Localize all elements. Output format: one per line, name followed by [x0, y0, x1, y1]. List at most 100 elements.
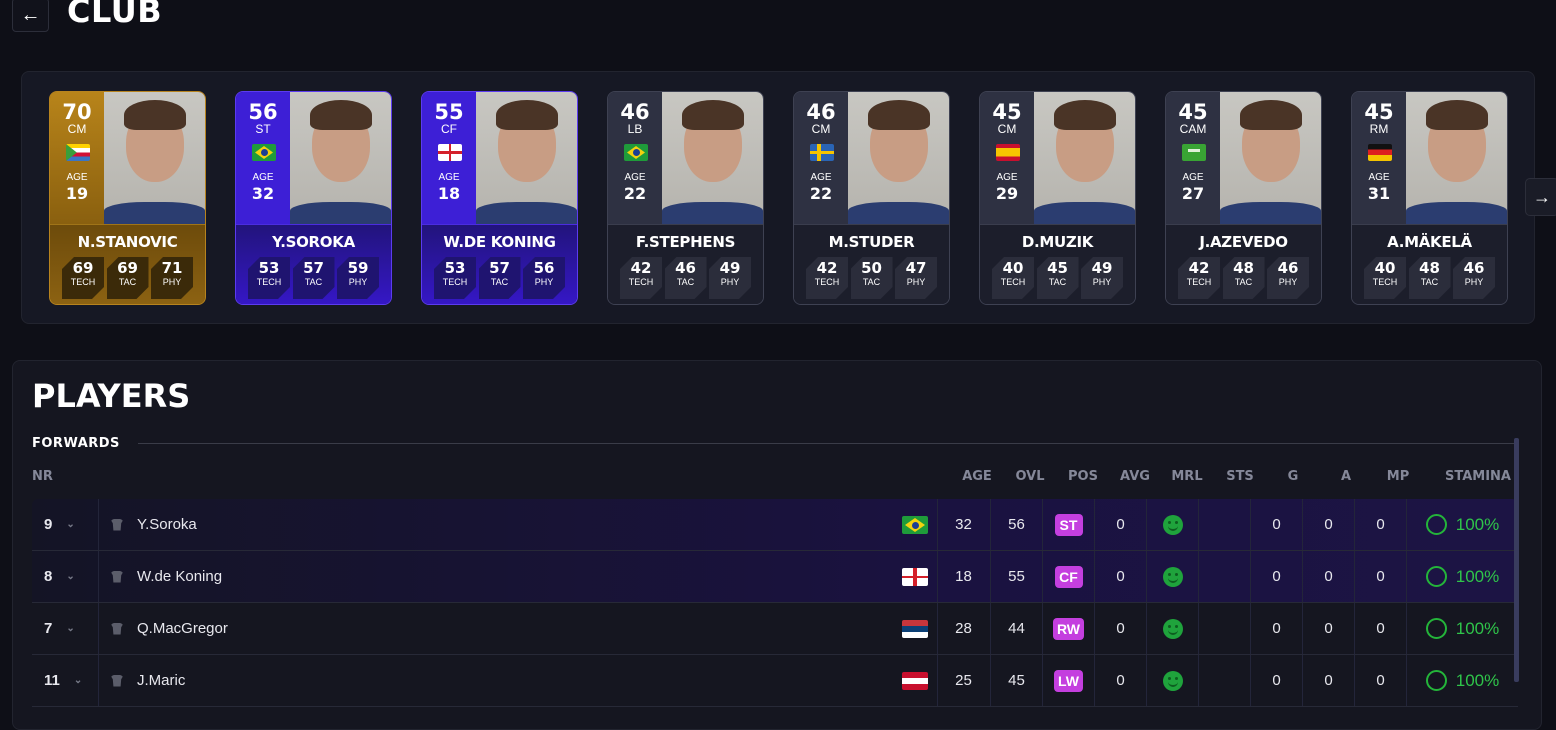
column-header-nr[interactable]: NR	[32, 469, 56, 484]
stat-label: TECH	[628, 277, 654, 287]
stat-value: 59	[347, 259, 369, 277]
position-badge: LW	[1054, 669, 1083, 692]
ovl-cell: 44	[990, 603, 1042, 654]
player-name[interactable]: Q.MacGregor	[137, 620, 228, 637]
card-age: 22	[623, 184, 647, 203]
player-number-cell[interactable]: 9 ⌄	[32, 499, 97, 550]
stat-phy: 46 PHY	[1267, 257, 1309, 299]
player-name-cell[interactable]: J.Maric	[98, 655, 936, 706]
hair-shape	[1053, 100, 1116, 130]
player-name-cell[interactable]: W.de Koning	[98, 551, 936, 602]
player-name-cell[interactable]: Q.MacGregor	[98, 603, 936, 654]
card-player-name: J.AZEVEDO	[1199, 233, 1288, 251]
card-player-name: M.STUDER	[828, 233, 915, 251]
a-cell: 0	[1302, 655, 1354, 706]
back-button[interactable]: ←	[12, 0, 49, 32]
card-stats: 42 TECH 46 TAC 49 PHY	[620, 257, 751, 299]
card-player-name: N.STANOVIC	[77, 233, 178, 251]
a-cell: 0	[1302, 499, 1354, 550]
stat-tech: 42 TECH	[806, 257, 848, 299]
avg-cell: 0	[1094, 499, 1146, 550]
player-name[interactable]: J.Maric	[137, 672, 185, 689]
stat-label: PHY	[720, 277, 740, 287]
pos-cell: RW	[1042, 603, 1094, 654]
stat-value: 50	[861, 259, 882, 277]
player-number: 11	[44, 672, 60, 689]
table-scrollbar[interactable]	[1514, 438, 1519, 682]
stat-value: 42	[630, 259, 652, 277]
card-age-label: AGE	[438, 172, 460, 183]
position-badge: ST	[1054, 513, 1083, 536]
table-row[interactable]: 9 ⌄ Y.Soroka 32 56 ST 0 0 0 0 100%	[32, 499, 1518, 551]
card-bottom: J.AZEVEDO 42 TECH 48 TAC 46 PHY	[1166, 224, 1321, 304]
chevron-down-icon[interactable]: ⌄	[74, 675, 82, 686]
morale-happy-icon	[1162, 618, 1183, 639]
card-stats: 40 TECH 45 TAC 49 PHY	[992, 257, 1123, 299]
stamina-value: 100%	[1455, 618, 1500, 638]
chevron-down-icon[interactable]: ⌄	[66, 623, 74, 634]
stat-value: 47	[905, 259, 927, 277]
hair-shape	[1239, 100, 1302, 130]
stat-label: TAC	[1234, 277, 1253, 287]
chevron-down-icon[interactable]: ⌄	[66, 571, 74, 582]
arrow-right-icon: →	[1533, 186, 1551, 207]
age-cell: 32	[937, 499, 989, 550]
stat-phy: 49 PHY	[1081, 257, 1123, 299]
shirt-shape	[1034, 202, 1135, 224]
player-card[interactable]: 45 RM AGE 31 A.MÄKELÄ 40 TECH 48 TAC 46 PHY	[1351, 91, 1508, 305]
sts-cell	[1198, 551, 1250, 602]
age-cell: 28	[937, 603, 989, 654]
card-age-label: AGE	[996, 172, 1018, 183]
table-row[interactable]: 8 ⌄ W.de Koning 18 55 CF 0 0 0 0 100%	[32, 551, 1518, 603]
stat-value: 46	[1277, 259, 1299, 277]
player-number-cell[interactable]: 8 ⌄	[32, 551, 97, 602]
hair-shape	[495, 100, 558, 130]
stat-phy: 49 PHY	[709, 257, 751, 299]
stat-value: 71	[161, 259, 183, 277]
ovl-value: 55	[1008, 568, 1025, 585]
player-name-cell[interactable]: Y.Soroka	[98, 499, 936, 550]
card-position: LB	[627, 122, 643, 136]
player-card[interactable]: 46 CM AGE 22 M.STUDER 42 TECH 50 TAC 47 PHY	[793, 91, 950, 305]
player-photo	[1220, 92, 1321, 224]
stat-value: 53	[258, 259, 280, 277]
card-stats: 53 TECH 57 TAC 59 PHY	[248, 257, 379, 299]
player-cards-carousel: 70 CM AGE 19 N.STANOVIC 69 TECH 69 TAC 71 PHY…	[21, 71, 1535, 324]
table-row[interactable]: 11 ⌄ J.Maric 25 45 LW 0 0 0 0 100%	[32, 655, 1518, 707]
shirt-shape	[662, 202, 763, 224]
player-card[interactable]: 46 LB AGE 22 F.STEPHENS 42 TECH 46 TAC 49 PHY	[607, 91, 764, 305]
g-cell: 0	[1250, 551, 1302, 602]
player-name[interactable]: W.de Koning	[137, 568, 222, 585]
player-number-cell[interactable]: 7 ⌄	[32, 603, 97, 654]
player-number-cell[interactable]: 11 ⌄	[32, 655, 97, 706]
stamina-value: 100%	[1455, 670, 1500, 690]
stat-value: 42	[816, 259, 838, 277]
shirt-shape	[476, 202, 577, 224]
carousel-next-button[interactable]: →	[1525, 178, 1556, 216]
card-player-name: Y.SOROKA	[272, 233, 355, 251]
stat-value: 40	[1002, 259, 1024, 277]
stat-value: 53	[444, 259, 466, 277]
g-value: 0	[1272, 672, 1281, 689]
a-value: 0	[1324, 620, 1333, 637]
g-value: 0	[1272, 568, 1281, 585]
stat-label: TAC	[1420, 277, 1439, 287]
table-row[interactable]: 7 ⌄ Q.MacGregor 28 44 RW 0 0 0 0 100%	[32, 603, 1518, 655]
card-age-label: AGE	[1368, 172, 1390, 183]
player-card[interactable]: 45 CAM AGE 27 J.AZEVEDO 42 TECH 48 TAC 46 PHY	[1165, 91, 1322, 305]
player-card[interactable]: 45 CM AGE 29 D.MUZIK 40 TECH 45 TAC 49 PHY	[979, 91, 1136, 305]
stamina-ring-icon	[1425, 670, 1447, 691]
chevron-down-icon[interactable]: ⌄	[66, 519, 74, 530]
a-value: 0	[1324, 568, 1333, 585]
avg-cell: 0	[1094, 655, 1146, 706]
mp-value: 0	[1376, 620, 1385, 637]
card-position: CM	[811, 122, 831, 136]
card-position: CAM	[1179, 122, 1207, 136]
card-bottom: W.DE KONING 53 TECH 57 TAC 56 PHY	[422, 224, 577, 304]
player-card[interactable]: 55 CF AGE 18 W.DE KONING 53 TECH 57 TAC 56 PH…	[421, 91, 578, 305]
card-age: 18	[437, 184, 461, 203]
player-card[interactable]: 56 ST AGE 32 Y.SOROKA 53 TECH 57 TAC 59 PHY	[235, 91, 392, 305]
player-card[interactable]: 70 CM AGE 19 N.STANOVIC 69 TECH 69 TAC 71 PHY	[49, 91, 206, 305]
stat-label: TECH	[1000, 277, 1026, 287]
player-name[interactable]: Y.Soroka	[137, 516, 197, 533]
